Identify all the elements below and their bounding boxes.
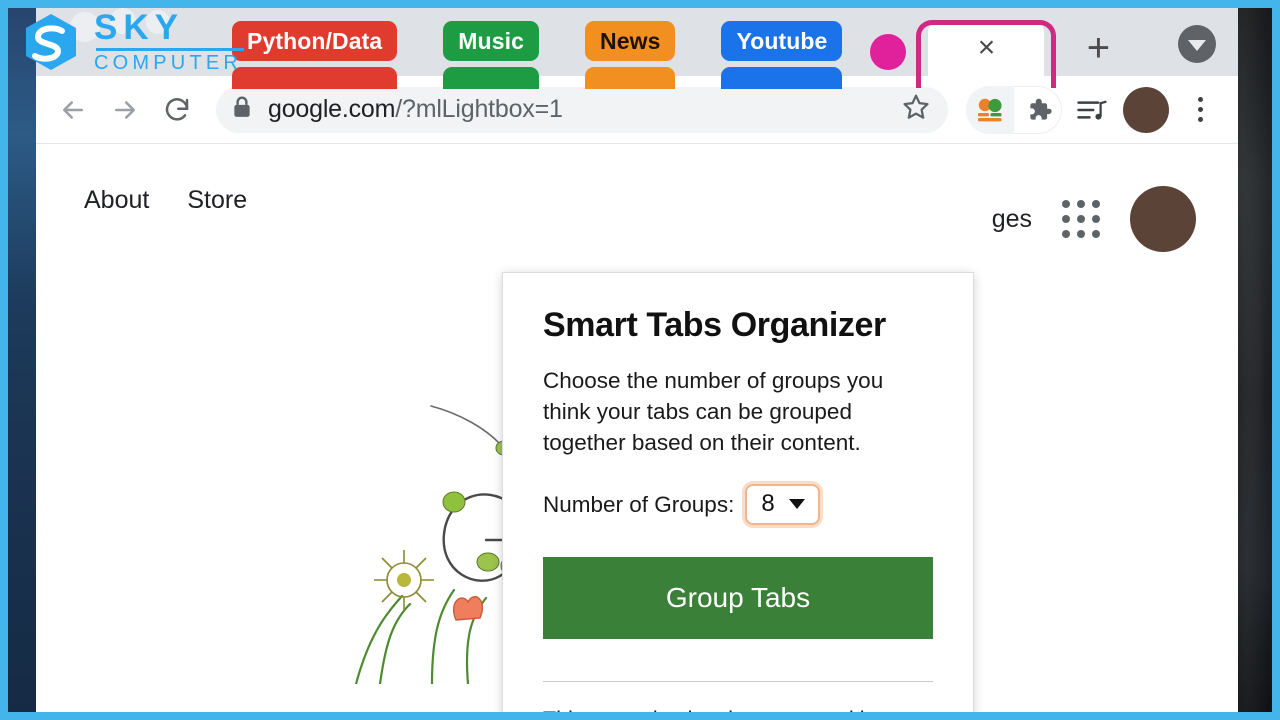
number-of-groups-row: Number of Groups: 8	[543, 484, 933, 526]
group-tabs-button[interactable]: Group Tabs	[543, 557, 933, 640]
tab-strip: Python/Data Music News Youtube × +	[36, 8, 1238, 89]
popup-description: Choose the number of groups you think yo…	[543, 368, 884, 455]
tab-group-music[interactable]: Music	[443, 21, 539, 89]
active-tab-group-dot[interactable]	[870, 34, 907, 70]
account-avatar-icon[interactable]	[1130, 186, 1196, 252]
google-nav-left: About Store	[84, 186, 247, 215]
google-nav-right: ges	[992, 186, 1196, 252]
puzzle-piece-icon[interactable]	[1014, 86, 1062, 134]
kebab-menu-icon[interactable]	[1176, 86, 1224, 134]
media-playlist-icon[interactable]	[1068, 86, 1116, 134]
reload-icon[interactable]	[154, 87, 200, 133]
nav-link-store[interactable]: Store	[187, 186, 247, 215]
nav-link-about[interactable]: About	[84, 186, 149, 215]
arrow-right-icon[interactable]	[102, 87, 148, 133]
extension-button-group	[966, 85, 1062, 134]
chevron-down-icon	[788, 499, 805, 510]
tab-group-label: Youtube	[736, 27, 828, 54]
tab-group-news[interactable]: News	[584, 21, 676, 89]
tab-group-python-data[interactable]: Python/Data	[232, 21, 398, 89]
close-icon[interactable]: ×	[978, 33, 996, 63]
chevron-down-circle-icon[interactable]	[1178, 25, 1216, 63]
tab-group-label: News	[599, 27, 661, 54]
popup-divider	[543, 681, 933, 683]
donate-description: This extension has been created in my sp…	[543, 704, 933, 712]
arrow-left-icon[interactable]	[50, 87, 96, 133]
tab-group-label: Music	[458, 27, 524, 54]
kebab-dots	[1197, 97, 1203, 122]
tab-group-label: Python/Data	[247, 27, 383, 54]
browser-window: Python/Data Music News Youtube × + googl…	[36, 8, 1238, 712]
address-bar-text: google.com/?mlLightbox=1	[268, 95, 884, 124]
number-of-groups-value: 8	[761, 490, 775, 518]
url-domain: google.com	[268, 95, 396, 123]
google-homepage: About Store ges Smart Tabs Organizer Cho…	[36, 144, 1238, 712]
smart-tabs-organizer-icon[interactable]	[966, 85, 1014, 134]
extension-popup: Smart Tabs Organizer Choose the number o…	[502, 272, 974, 712]
nav-link-images[interactable]: ges	[992, 205, 1032, 234]
screenshot-stage: Python/Data Music News Youtube × + googl…	[0, 0, 1280, 720]
plus-icon[interactable]: +	[1078, 28, 1118, 68]
lock-icon	[232, 95, 252, 124]
active-tab[interactable]: ×	[870, 20, 1057, 88]
avatar	[1123, 86, 1169, 133]
tab-group-youtube[interactable]: Youtube	[721, 21, 843, 89]
apps-grid-icon[interactable]	[1062, 200, 1100, 238]
url-path: /?mlLightbox=1	[395, 95, 563, 123]
popup-title: Smart Tabs Organizer	[543, 306, 886, 344]
avatar-icon[interactable]	[1122, 86, 1170, 134]
address-bar[interactable]: google.com/?mlLightbox=1	[216, 86, 948, 133]
desktop-wallpaper-left	[8, 8, 36, 712]
star-icon[interactable]	[900, 91, 932, 128]
number-of-groups-label: Number of Groups:	[543, 491, 735, 517]
number-of-groups-select[interactable]: 8	[745, 484, 820, 526]
caret-shape	[1188, 39, 1206, 51]
